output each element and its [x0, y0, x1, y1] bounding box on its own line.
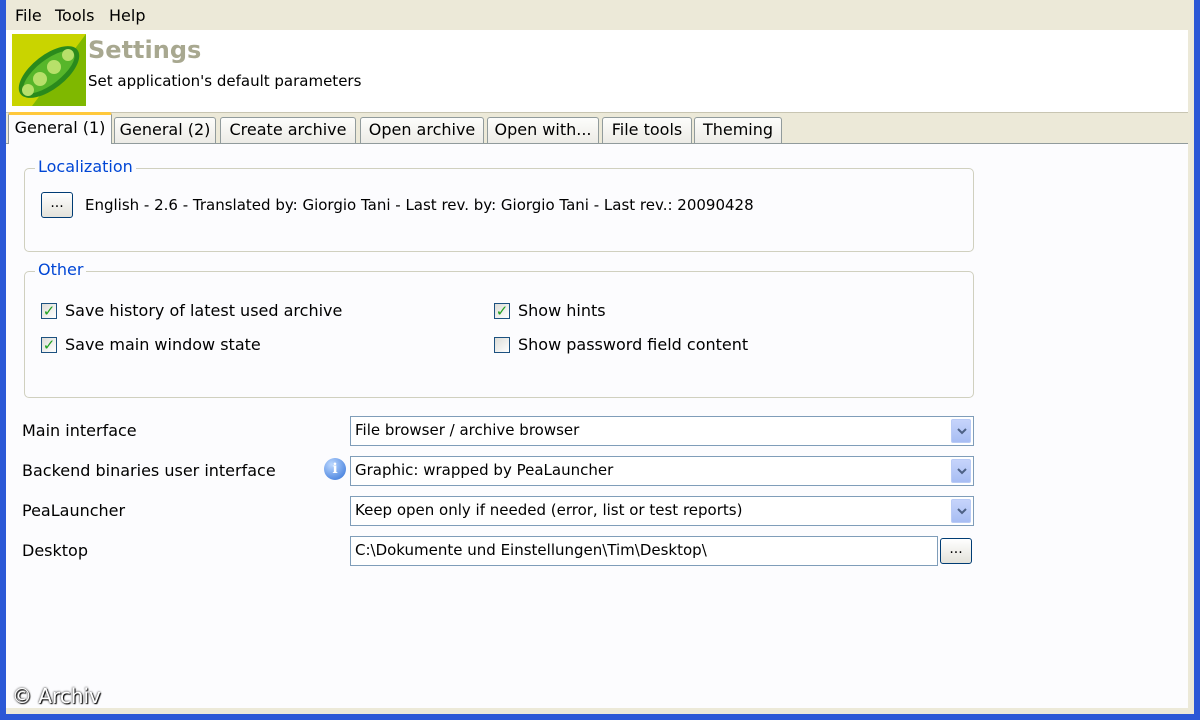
peazip-logo-icon [12, 34, 86, 106]
window-frame-bottom [0, 714, 1200, 720]
menu-tools[interactable]: Tools [52, 6, 97, 25]
localization-group: Localization ... English - 2.6 - Transla… [24, 157, 974, 252]
pealauncher-select[interactable]: Keep open only if needed (error, list or… [350, 496, 974, 526]
info-icon[interactable]: i [324, 458, 346, 480]
tab-general-2[interactable]: General (2) [114, 117, 216, 143]
check-mark-icon: ✓ [42, 336, 56, 354]
localization-legend: Localization [35, 157, 136, 176]
tab-file-tools[interactable]: File tools [602, 117, 692, 143]
check-mark-icon: ✓ [42, 302, 56, 320]
show-password-label: Show password field content [518, 335, 749, 354]
settings-tabs: General (1) General (2) Create archive O… [6, 112, 1188, 144]
main-interface-value: File browser / archive browser [355, 421, 580, 439]
main-interface-label: Main interface [22, 421, 137, 440]
settings-header: Settings Set application's default param… [6, 30, 1188, 113]
language-info: English - 2.6 - Translated by: Giorgio T… [85, 196, 754, 214]
page-title: Settings [88, 36, 202, 64]
chevron-down-icon [957, 428, 967, 435]
chevron-down-icon [957, 468, 967, 475]
dropdown-button[interactable] [951, 419, 971, 443]
watermark: © Archiv [12, 684, 101, 708]
settings-panel: Localization ... English - 2.6 - Transla… [6, 143, 1188, 708]
other-legend: Other [35, 260, 87, 279]
show-password-checkbox[interactable] [494, 337, 510, 353]
tab-open-archive[interactable]: Open archive [360, 117, 484, 143]
main-interface-select[interactable]: File browser / archive browser [350, 416, 974, 446]
other-group: Other ✓ Save history of latest used arch… [24, 260, 974, 398]
dropdown-button[interactable] [951, 499, 971, 523]
desktop-path-field[interactable]: C:\Dokumente und Einstellungen\Tim\Deskt… [350, 536, 938, 566]
save-history-label: Save history of latest used archive [65, 301, 343, 320]
tab-create-archive[interactable]: Create archive [220, 117, 356, 143]
check-mark-icon: ✓ [495, 302, 509, 320]
backend-ui-label: Backend binaries user interface [22, 461, 276, 480]
show-hints-label: Show hints [518, 301, 606, 320]
save-window-state-label: Save main window state [65, 335, 261, 354]
menu-help[interactable]: Help [106, 6, 148, 25]
pealauncher-label: PeaLauncher [22, 501, 126, 520]
desktop-label: Desktop [22, 541, 88, 560]
menu-bar: File Tools Help [6, 0, 1194, 30]
show-hints-checkbox[interactable]: ✓ [494, 302, 510, 320]
tab-theming[interactable]: Theming [694, 117, 782, 143]
language-select-button[interactable]: ... [41, 192, 73, 218]
backend-ui-select[interactable]: Graphic: wrapped by PeaLauncher [350, 456, 974, 486]
save-history-checkbox[interactable]: ✓ [41, 302, 57, 320]
pealauncher-value: Keep open only if needed (error, list or… [355, 501, 743, 519]
backend-ui-value: Graphic: wrapped by PeaLauncher [355, 461, 614, 479]
chevron-down-icon [957, 508, 967, 515]
tab-general-1[interactable]: General (1) [8, 112, 112, 144]
save-window-state-checkbox[interactable]: ✓ [41, 336, 57, 354]
desktop-browse-button[interactable]: ... [940, 538, 972, 564]
menu-file[interactable]: File [12, 6, 45, 25]
dropdown-button[interactable] [951, 459, 971, 483]
window-frame-right [1194, 0, 1200, 720]
desktop-path-value: C:\Dokumente und Einstellungen\Tim\Deskt… [355, 541, 707, 559]
tab-open-with[interactable]: Open with... [487, 117, 599, 143]
page-subtitle: Set application's default parameters [88, 72, 362, 90]
